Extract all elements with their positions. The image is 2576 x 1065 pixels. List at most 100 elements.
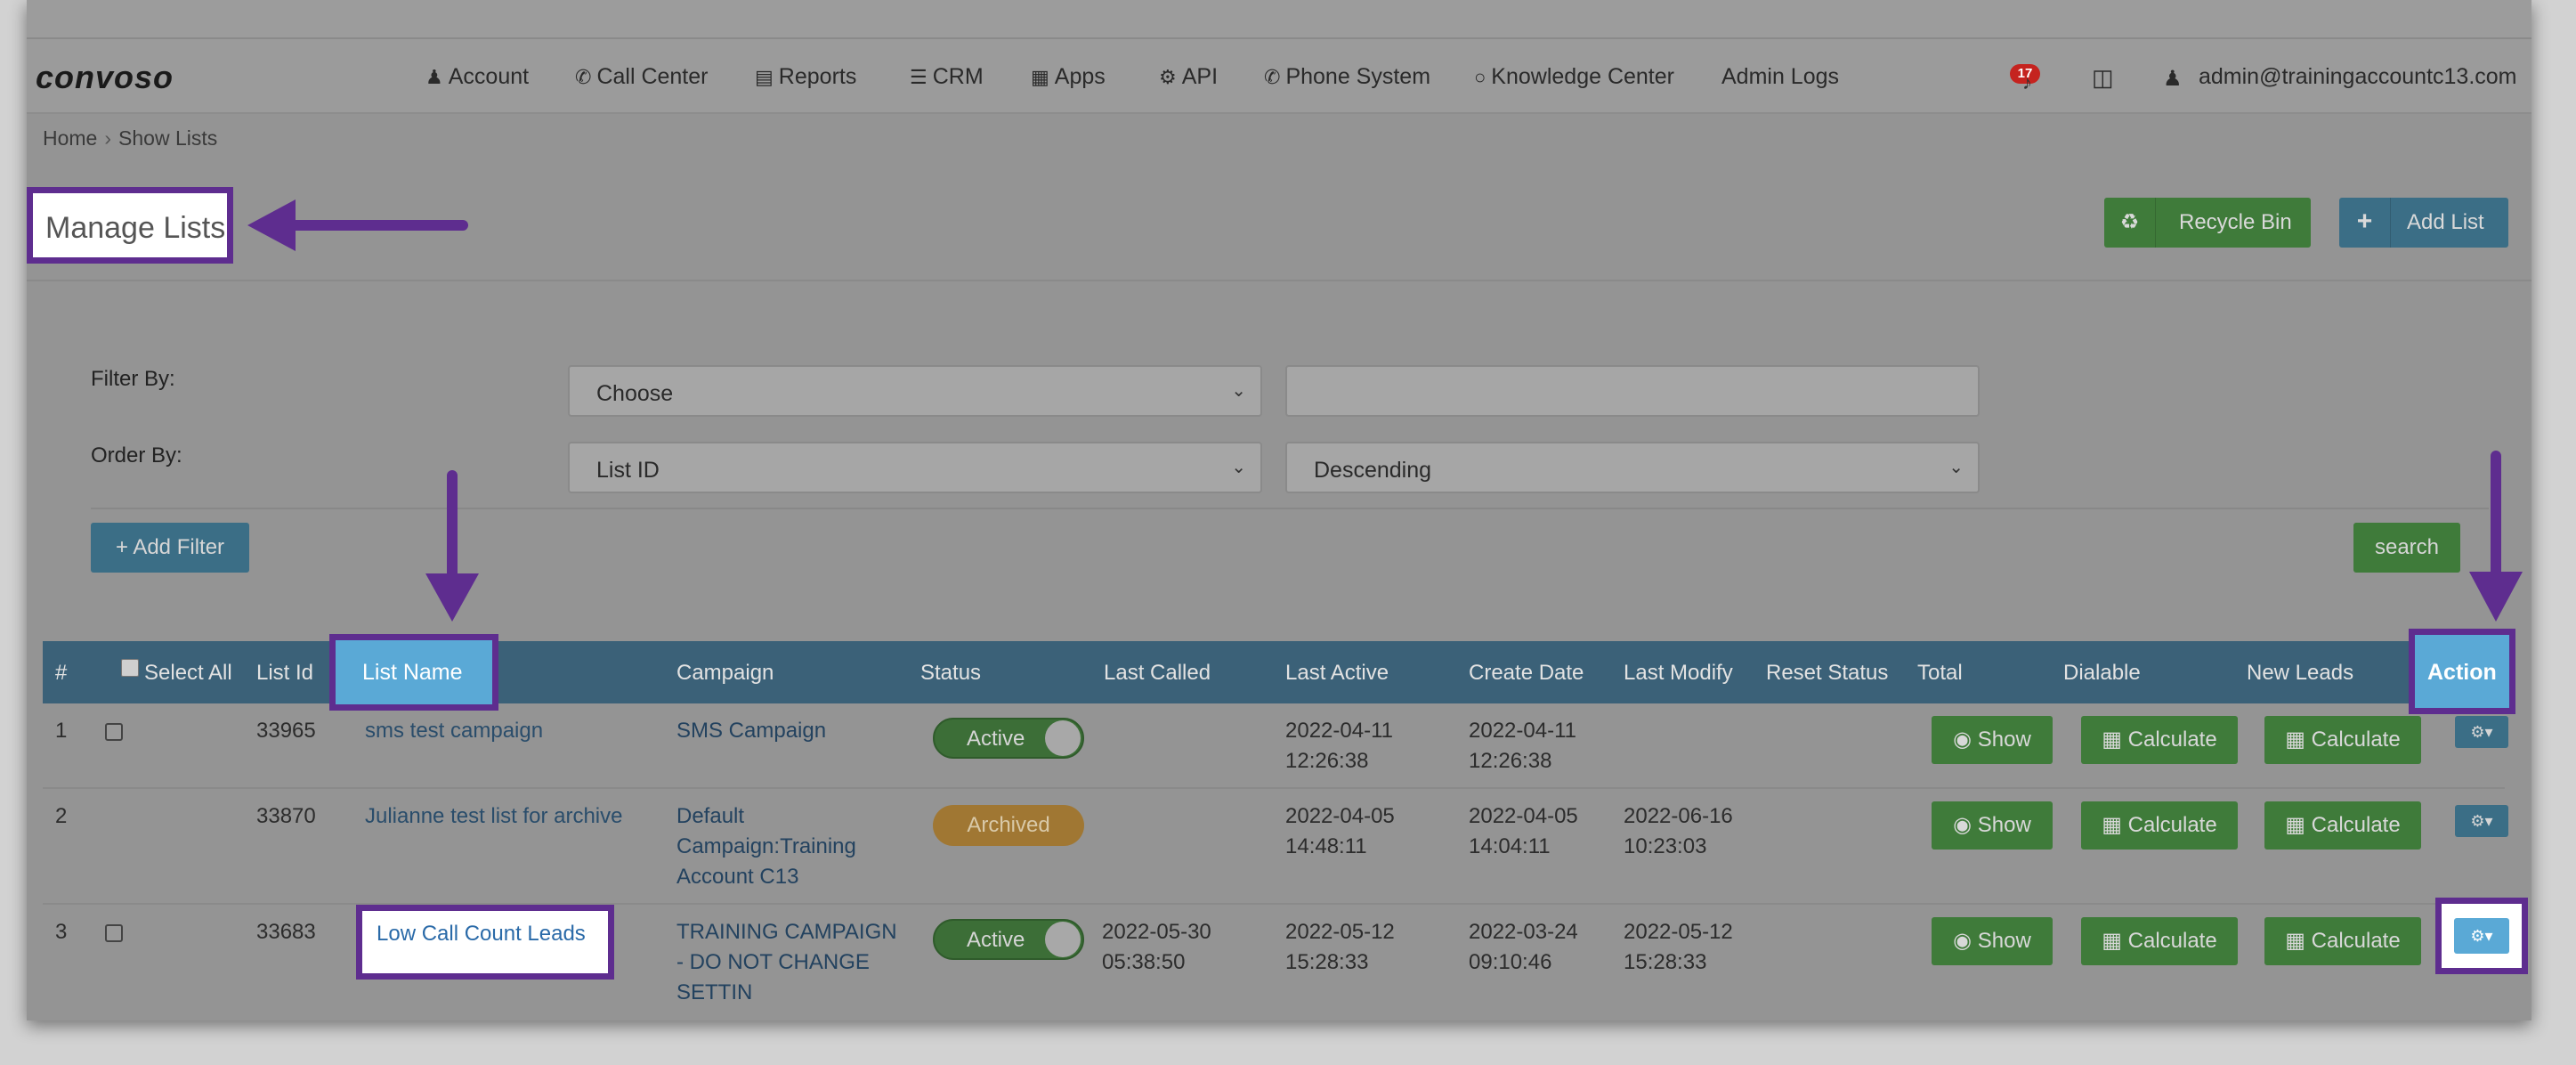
total-show-button[interactable]: ◉ Show: [1932, 917, 2053, 965]
order-direction-select[interactable]: Descending ⌄: [1285, 442, 1980, 493]
dialable-calculate-label: Calculate: [2127, 728, 2217, 752]
nav-account[interactable]: ♟ Account: [425, 64, 529, 90]
annotation-arrow-title: [247, 199, 468, 251]
last-modify-date: 2022-05-12: [1624, 920, 1733, 944]
user-menu[interactable]: admin@trainingaccountc13.com: [2199, 64, 2517, 90]
col-last-modify[interactable]: Last Modify: [1624, 661, 1733, 686]
nav-knowledge-center[interactable]: ○ Knowledge Center: [1474, 64, 1674, 90]
database-icon[interactable]: ◫: [2092, 64, 2114, 92]
create-date-time: 12:26:38: [1469, 749, 1552, 773]
dialable-calculate-button[interactable]: ▦ Calculate: [2081, 917, 2238, 965]
filter-value-input[interactable]: [1285, 365, 1980, 417]
campaign-link[interactable]: TRAINING CAMPAIGN - DO NOT CHANGE SETTIN: [676, 917, 897, 1008]
calculator-icon: ▦: [2285, 728, 2312, 752]
col-last-called[interactable]: Last Called: [1104, 661, 1211, 686]
app-window: convoso ♟ Account ✆ Call Center ▤ Reports ☰…: [27, 0, 2531, 1020]
table-row: 1 33965 sms test campaign SMS Campaign A…: [43, 703, 2508, 789]
calculator-icon: ▦: [2102, 929, 2128, 953]
nav-phone-system[interactable]: ✆ Phone System: [1264, 64, 1430, 90]
order-by-select[interactable]: List ID ⌄: [568, 442, 1262, 493]
last-called-date: 2022-05-30: [1102, 920, 1211, 944]
col-list-name: List Name: [362, 660, 463, 685]
bell-icon[interactable]: ♪: [2022, 71, 2032, 94]
col-total[interactable]: Total: [1917, 661, 1963, 686]
col-list-id[interactable]: List Id: [256, 661, 313, 686]
col-number: #: [55, 661, 68, 685]
total-show-button[interactable]: ◉ Show: [1932, 716, 2053, 764]
chevron-down-icon: ⌄: [1948, 458, 1964, 477]
create-date-time: 14:04:11: [1469, 834, 1551, 858]
col-new-leads[interactable]: New Leads: [2247, 661, 2353, 686]
col-dialable[interactable]: Dialable: [2063, 661, 2141, 686]
last-modify: 2022-06-16 10:23:03: [1624, 801, 1733, 862]
row-checkbox[interactable]: [105, 723, 123, 741]
recycle-bin-button[interactable]: ♻ Recycle Bin: [2104, 198, 2311, 248]
nav-call-center[interactable]: ✆ Call Center: [575, 64, 709, 90]
col-reset-status[interactable]: Reset Status: [1766, 661, 1888, 686]
annotation-arrow-list-name: [425, 470, 479, 622]
col-select-all[interactable]: Select All: [126, 661, 232, 686]
new-leads-calculate-button[interactable]: ▦ Calculate: [2264, 716, 2421, 764]
add-list-label: Add List: [2407, 210, 2484, 234]
nav-reports[interactable]: ▤ Reports: [755, 64, 856, 90]
col-action-highlight: Action: [2409, 629, 2515, 714]
breadcrumb: Home › Show Lists: [43, 126, 217, 150]
nav-apps[interactable]: ▦ Apps: [1031, 64, 1106, 90]
col-status[interactable]: Status: [920, 661, 981, 686]
status-toggle[interactable]: Active: [933, 919, 1084, 960]
list-name-link[interactable]: sms test campaign: [365, 716, 543, 746]
list-name-link[interactable]: Low Call Count Leads: [377, 922, 586, 947]
action-gear-button[interactable]: ⚙▾: [2455, 805, 2508, 837]
campaign-line: TRAINING CAMPAIGN: [676, 920, 897, 944]
user-icon: ♟: [425, 66, 443, 88]
breadcrumb-home[interactable]: Home: [43, 126, 97, 150]
order-by-value: List ID: [596, 458, 660, 483]
calculator-icon: ▦: [2102, 813, 2128, 837]
campaign-line: Default: [676, 804, 745, 828]
top-navbar: convoso ♟ Account ✆ Call Center ▤ Reports ☰…: [27, 39, 2531, 114]
status-toggle[interactable]: Active: [933, 718, 1084, 759]
new-leads-calculate-button[interactable]: ▦ Calculate: [2264, 801, 2421, 850]
last-called-time: 05:38:50: [1102, 950, 1186, 974]
list-name-highlight[interactable]: Low Call Count Leads: [356, 905, 614, 980]
dialable-calculate-button[interactable]: ▦ Calculate: [2081, 801, 2238, 850]
col-create-date[interactable]: Create Date: [1469, 661, 1584, 686]
create-date-date: 2022-04-05: [1469, 804, 1578, 828]
action-gear-button[interactable]: ⚙▾: [2454, 918, 2509, 954]
campaign-link[interactable]: Default Campaign:Training Account C13: [676, 801, 856, 892]
nav-admin-logs[interactable]: Admin Logs: [1721, 64, 1839, 90]
breadcrumb-separator: ›: [104, 126, 112, 150]
nav-api[interactable]: ⚙ API: [1159, 64, 1218, 90]
chevron-down-icon: ⌄: [1231, 458, 1246, 477]
filter-by-select[interactable]: Choose ⌄: [568, 365, 1262, 417]
col-list-name-highlight[interactable]: List Name: [329, 634, 498, 711]
filter-by-label: Filter By:: [91, 367, 175, 391]
chevron-down-icon: ⌄: [1231, 381, 1246, 401]
total-show-button[interactable]: ◉ Show: [1932, 801, 2053, 850]
bar-chart-icon: ▤: [755, 66, 774, 88]
row-checkbox[interactable]: [105, 924, 123, 942]
convoso-logo[interactable]: convoso: [36, 59, 174, 96]
new-leads-calculate-button[interactable]: ▦ Calculate: [2264, 917, 2421, 965]
recycle-bin-label: Recycle Bin: [2179, 210, 2292, 234]
add-filter-button[interactable]: + Add Filter: [91, 523, 249, 573]
campaign-link[interactable]: SMS Campaign: [676, 716, 826, 746]
toggle-knob: [1045, 720, 1081, 756]
list-icon: ☰: [910, 66, 928, 88]
create-date: 2022-04-05 14:04:11: [1469, 801, 1578, 862]
gear-icon: ⚙▾: [2470, 723, 2493, 741]
col-campaign[interactable]: Campaign: [676, 661, 774, 686]
add-list-button[interactable]: + Add List: [2339, 198, 2508, 248]
nav-crm[interactable]: ☰ CRM: [910, 64, 984, 90]
search-button[interactable]: search: [2353, 523, 2460, 573]
row-number: 1: [55, 719, 68, 743]
campaign-line: - DO NOT CHANGE: [676, 950, 870, 974]
list-name-link[interactable]: Julianne test list for archive: [365, 801, 622, 832]
total-show-label: Show: [1977, 728, 2031, 752]
dialable-calculate-button[interactable]: ▦ Calculate: [2081, 716, 2238, 764]
last-active-date: 2022-04-05: [1285, 804, 1395, 828]
lightbulb-icon: ○: [1474, 66, 1486, 88]
col-last-active[interactable]: Last Active: [1285, 661, 1389, 686]
action-gear-button[interactable]: ⚙▾: [2455, 716, 2508, 748]
order-direction-value: Descending: [1314, 458, 1432, 483]
